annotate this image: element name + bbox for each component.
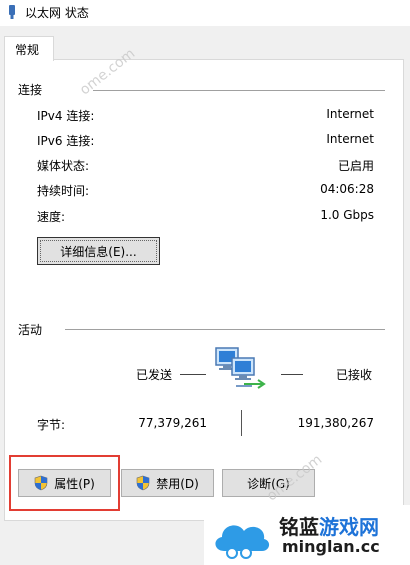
cloud-logo-icon [215,525,270,559]
disable-button[interactable]: 禁用(D) [121,469,214,497]
duration-value: 04:06:28 [320,182,374,196]
bytes-sent-value: 77,379,261 [138,416,207,430]
network-computers-icon [215,347,266,389]
network-adapter-icon [9,5,15,19]
tab-general-label: 常规 [15,43,40,57]
media-state-label: 媒体状态: [37,159,90,173]
properties-button-label: 属性(P) [54,476,95,491]
title-bar: 以太网 状态 [0,0,410,26]
ipv6-value: Internet [326,132,374,146]
properties-button[interactable]: 属性(P) [18,469,111,497]
site-logo: 铭蓝游戏网 minglan.cc [204,505,410,565]
logo-text-cn-b: 游戏网 [319,515,379,539]
speed-label: 速度: [37,210,66,224]
ipv4-label: IPv4 连接: [37,109,95,123]
duration-label: 持续时间: [37,184,90,198]
media-state-value: 已启用 [337,159,374,173]
tab-panel [4,59,404,521]
bytes-received-value: 191,380,267 [297,416,374,430]
sent-line [180,374,206,375]
bytes-label: 字节: [37,418,66,432]
activity-section-label: 活动 [18,323,43,337]
details-button[interactable]: 详细信息(E)... [37,237,160,265]
ipv6-label: IPv6 连接: [37,134,95,148]
logo-text-en: minglan.cc [282,537,380,556]
tab-general[interactable]: 常规 [4,36,54,61]
disable-button-label: 禁用(D) [156,476,199,491]
sent-label: 已发送 [136,368,173,382]
received-line [281,374,303,375]
window-title: 以太网 状态 [25,6,89,20]
focus-rect [40,240,157,262]
connection-divider [93,90,385,91]
received-label: 已接收 [336,368,373,382]
activity-divider [65,329,385,330]
connection-section-label: 连接 [18,83,43,97]
shield-icon [136,475,150,491]
bytes-separator [241,410,242,436]
logo-text-cn: 铭蓝游戏网 [279,511,379,540]
shield-icon [34,475,48,491]
logo-text-cn-a: 铭蓝 [279,515,319,539]
speed-value: 1.0 Gbps [320,208,374,222]
ipv4-value: Internet [326,107,374,121]
